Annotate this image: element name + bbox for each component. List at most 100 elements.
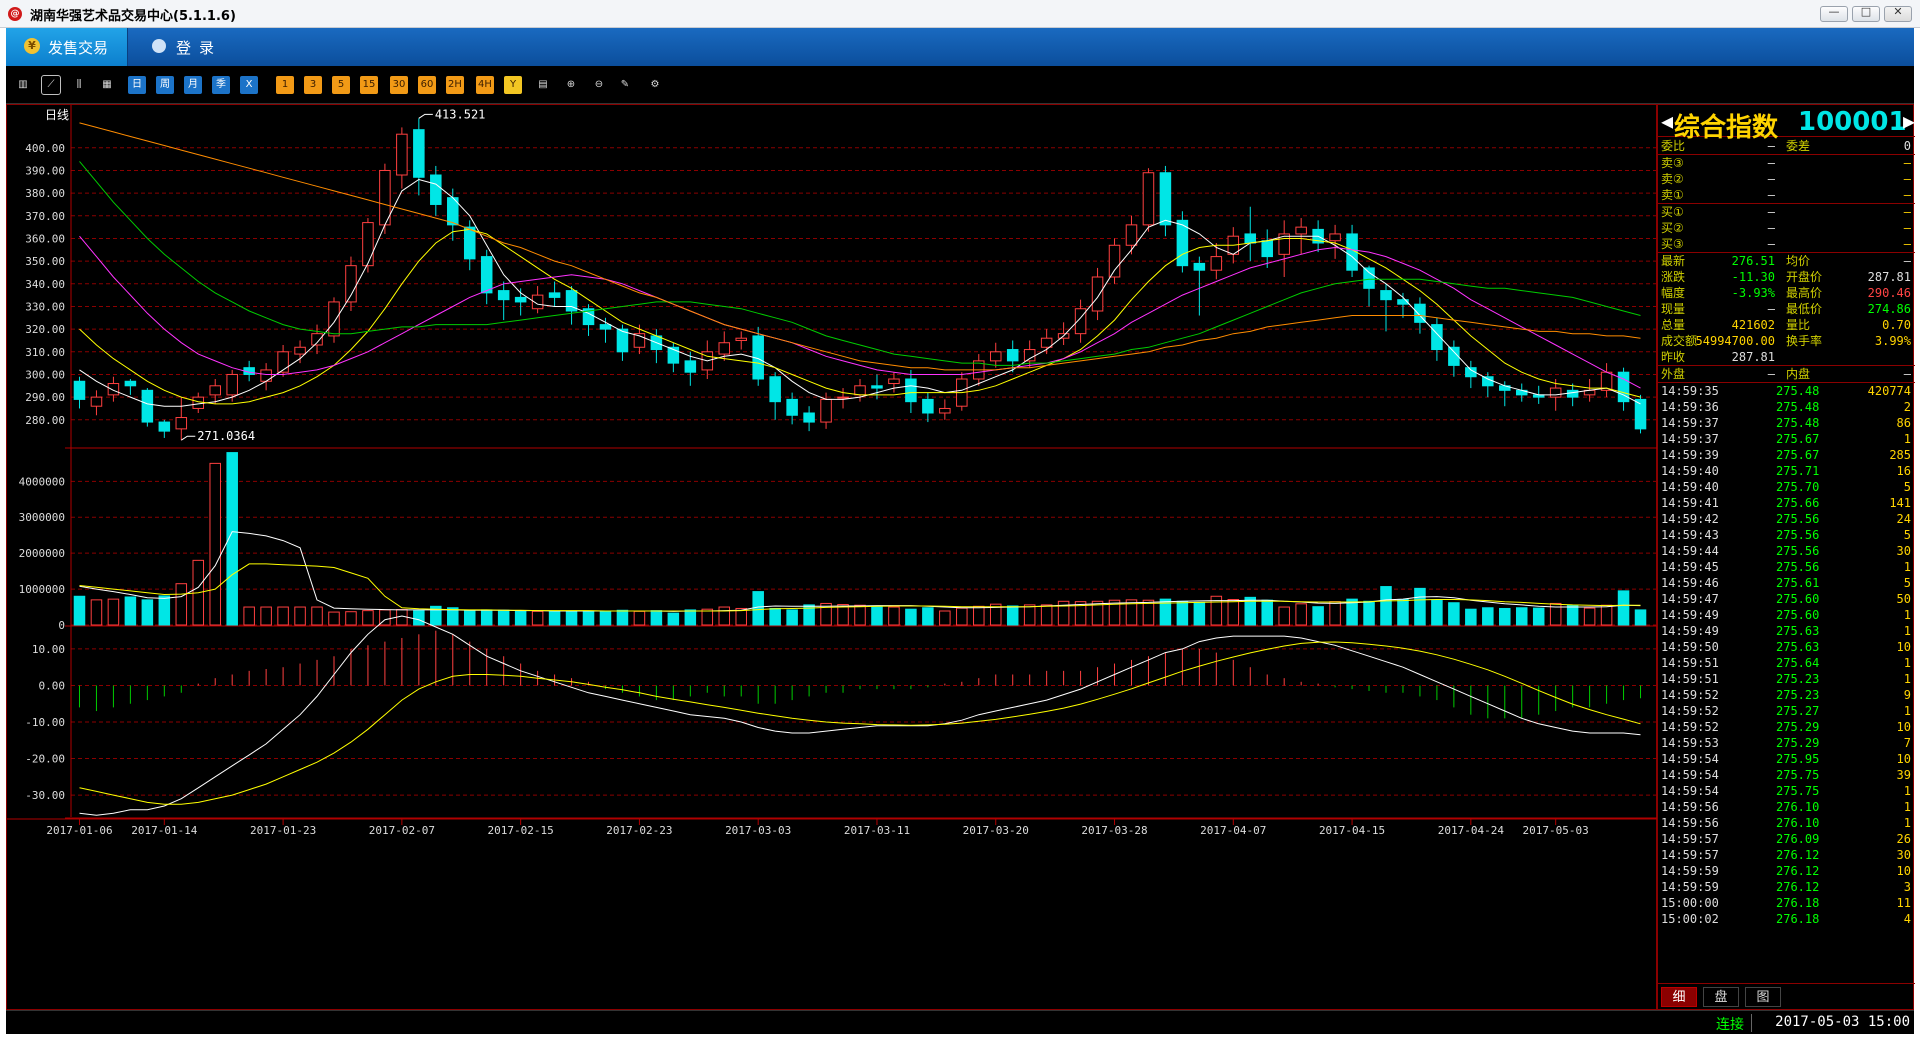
period-day-button[interactable]: 日 — [128, 76, 146, 94]
volume-bar — [1227, 598, 1240, 626]
chart-canvas[interactable]: 280.00 290.00 300.00 310.00 320.00 330.00 340.… — [7, 105, 1658, 1011]
stat-value-2: 287.81 — [1867, 270, 1911, 284]
buy-row: 买② — — — [1658, 220, 1915, 236]
list-item: 14:59:57 276.12 30 — [1658, 847, 1915, 863]
tick-price: 275.61 — [1776, 576, 1820, 590]
volume-bar — [684, 609, 697, 626]
candle-body — [1329, 233, 1341, 242]
close-button[interactable]: ✕ — [1884, 5, 1912, 22]
period-quarter-button[interactable]: 季 — [212, 76, 230, 94]
zoom-out-icon[interactable]: ⊖ — [590, 76, 608, 94]
x-tick-label: 2017-04-24 — [1438, 824, 1505, 837]
yen-icon: ¥ — [24, 38, 40, 54]
status-bar: 连接 2017-05-03 15:00 — [6, 1010, 1914, 1034]
candle-body — [1210, 256, 1223, 271]
bar-chart-icon[interactable]: ▥ — [14, 76, 32, 94]
volume-bar — [311, 606, 323, 626]
candlestick-icon[interactable]: ⫼ — [70, 76, 88, 94]
period-15min-button[interactable]: 15 — [360, 76, 378, 94]
tick-volume: 4 — [1903, 912, 1911, 926]
candle-body — [548, 292, 561, 298]
tick-volume: 5 — [1903, 576, 1911, 590]
candle-body — [599, 324, 612, 330]
candle-body — [396, 133, 408, 176]
tick-time: 14:59:53 — [1661, 736, 1719, 750]
gear-icon[interactable]: ⚙ — [646, 76, 664, 94]
x-tick-label: 2017-04-07 — [1200, 824, 1266, 837]
period-custom-button[interactable]: X — [240, 76, 258, 94]
candle-body — [514, 296, 527, 303]
stat-value: — — [1767, 302, 1775, 316]
tab-sale-trading[interactable]: ¥ 发售交易 — [6, 28, 128, 66]
weibi-value: — — [1767, 139, 1775, 153]
volume-bar — [599, 610, 612, 626]
period-3min-button[interactable]: 3 — [304, 76, 322, 94]
calendar-icon[interactable]: ▦ — [98, 76, 116, 94]
tick-price: 275.67 — [1776, 448, 1820, 462]
grid-icon[interactable]: ▤ — [534, 76, 552, 94]
tick-volume: 86 — [1896, 416, 1911, 430]
login-menu-item[interactable]: 登录 — [146, 28, 246, 66]
zoom-in-icon[interactable]: ⊕ — [562, 76, 580, 94]
y-tick-label: -20.00 — [25, 753, 65, 766]
volume-bar — [888, 606, 900, 626]
list-item: 14:59:56 276.10 1 — [1658, 799, 1915, 815]
instrument-code: 100001 — [1798, 107, 1907, 137]
stat-label: 总量 — [1661, 318, 1686, 332]
candle-body — [1566, 389, 1579, 398]
volume-bar — [294, 606, 306, 626]
line-chart-icon[interactable]: ⟋ — [41, 75, 61, 95]
volume-bar — [752, 591, 764, 626]
candle-body — [294, 346, 306, 355]
period-month-button[interactable]: 月 — [184, 76, 202, 94]
volume-bar — [1414, 587, 1426, 626]
period-60min-button[interactable]: 60 — [418, 76, 436, 94]
list-item: 14:59:53 275.29 7 — [1658, 735, 1915, 751]
volume-bar — [328, 611, 340, 626]
side-tab[interactable]: 细 — [1661, 987, 1697, 1007]
list-item: 14:59:59 276.12 3 — [1658, 879, 1915, 895]
low-label: 271.0364 — [197, 429, 255, 443]
period-2h-button[interactable]: 2H — [446, 76, 464, 94]
side-tab[interactable]: 图 — [1745, 987, 1781, 1007]
candle-body — [175, 417, 188, 430]
chart-area[interactable]: 280.00 290.00 300.00 310.00 320.00 330.00 340.… — [6, 104, 1658, 1011]
side-tab[interactable]: 盘 — [1703, 987, 1739, 1007]
volume-bar — [124, 596, 137, 626]
stat-label-2: 最高价 — [1786, 286, 1823, 300]
volume-bar — [854, 604, 866, 626]
tick-volume: 10 — [1896, 720, 1911, 734]
y-tick-label: -10.00 — [25, 716, 65, 729]
status-divider — [1751, 1014, 1752, 1032]
next-arrow-icon[interactable]: ▶ — [1903, 109, 1915, 133]
period-5min-button[interactable]: 5 — [332, 76, 350, 94]
tick-time: 14:59:43 — [1661, 528, 1719, 542]
draw-icon[interactable]: ✎ — [616, 76, 634, 94]
volume-bar — [1176, 600, 1189, 626]
period-year-button[interactable]: Y — [504, 76, 522, 94]
volume-bar — [1634, 609, 1647, 626]
candle-body — [1159, 172, 1172, 226]
tick-time: 14:59:54 — [1661, 784, 1719, 798]
candle-body — [107, 383, 120, 396]
volume-bar — [1431, 599, 1443, 626]
login-label: 登录 — [176, 39, 223, 57]
prev-arrow-icon[interactable]: ◀ — [1661, 109, 1673, 133]
tick-time: 14:59:52 — [1661, 688, 1719, 702]
period-1min-button[interactable]: 1 — [276, 76, 294, 94]
chart-toolbar: ▥ ⟋ ⫼ ▦ 日周月季 X 1 3 5 15 30 60 2H 4H Y ▤ ⊕ ⊖ ✎ ⚙ — [6, 66, 1914, 104]
volume-bar — [1278, 606, 1290, 626]
stat-value: 421602 — [1731, 318, 1775, 332]
period-week-button[interactable]: 周 — [156, 76, 174, 94]
list-item: 14:59:56 276.10 1 — [1658, 815, 1915, 831]
period-30min-button[interactable]: 30 — [390, 76, 408, 94]
period-4h-button[interactable]: 4H — [476, 76, 494, 94]
maximize-button[interactable]: □ — [1852, 5, 1880, 22]
volume-bar — [1499, 607, 1511, 626]
volume-bar — [1380, 586, 1392, 626]
status-datetime: 2017-05-03 15:00 — [1775, 1014, 1910, 1030]
candle-body — [803, 412, 815, 423]
buy-price: — — [1767, 205, 1775, 219]
minimize-button[interactable]: — — [1820, 5, 1848, 22]
list-item: 14:59:45 275.56 1 — [1658, 559, 1915, 575]
